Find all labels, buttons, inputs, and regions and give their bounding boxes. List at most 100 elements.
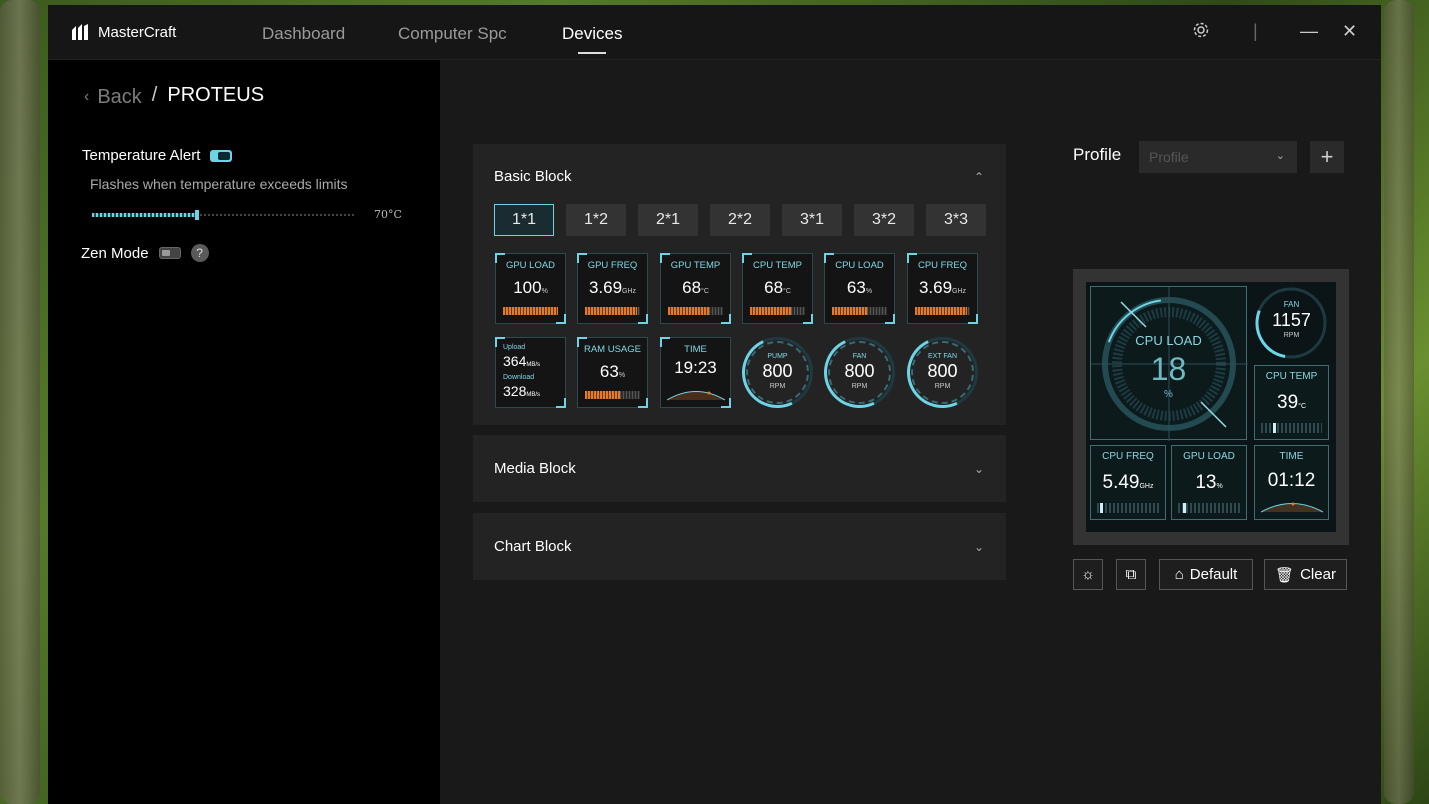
widget-gpu-freq[interactable]: GPU FREQ 3.69GHz — [577, 253, 648, 324]
settings-gear-icon[interactable] — [1192, 21, 1210, 44]
gauge-unit: RPM — [934, 383, 951, 390]
size-option-2x2[interactable]: 2*2 — [710, 204, 770, 236]
widget-cpu-temp[interactable]: CPU TEMP 68°C — [742, 253, 813, 324]
widget-level-bar — [585, 307, 640, 315]
media-block-panel[interactable]: Media Block ⌄ — [473, 435, 1006, 502]
back-button[interactable]: ‹ Back — [84, 86, 142, 109]
temperature-alert-toggle[interactable] — [210, 149, 233, 162]
rotate-button[interactable]: ⧉ — [1116, 559, 1146, 590]
active-tab-indicator — [578, 52, 607, 54]
chart-block-panel[interactable]: Chart Block ⌄ — [473, 513, 1006, 580]
widget-gpu-load[interactable]: GPU LOAD 100% — [495, 253, 566, 324]
add-profile-button[interactable]: + — [1310, 141, 1344, 173]
chevron-up-icon[interactable]: ⌃ — [974, 170, 984, 184]
preview-cpu-load-label: CPU LOAD — [1135, 333, 1202, 348]
breadcrumb: ‹ Back / PROTEUS — [84, 84, 264, 109]
size-option-1x2[interactable]: 1*2 — [566, 204, 626, 236]
app-logo: MasterCraft — [70, 22, 176, 42]
size-option-3x1[interactable]: 3*1 — [782, 204, 842, 236]
default-button-label: Default — [1189, 566, 1238, 583]
app-name: MasterCraft — [98, 23, 177, 41]
widget-cpu-freq[interactable]: CPU FREQ 3.69GHz — [907, 253, 978, 324]
preview-cpu-temp[interactable]: CPU TEMP 39°C — [1254, 365, 1329, 440]
profile-dropdown[interactable]: Profile ⌄ — [1139, 141, 1297, 173]
preview-gpu-load[interactable]: GPU LOAD 13% — [1171, 445, 1247, 520]
trash-icon: 🗑 — [1275, 566, 1295, 584]
device-settings-panel: ‹ Back / PROTEUS Temperature Alert Flash… — [48, 60, 440, 804]
reset-icon: ⌂ — [1174, 566, 1184, 583]
brightness-button[interactable]: ☼ — [1073, 559, 1103, 590]
chevron-down-icon: ⌄ — [1275, 150, 1285, 162]
gauge-label: EXT FAN — [927, 353, 958, 360]
lcd-screen: CPU LOAD 18 % FAN 1157 RPM CPU TEMP 39°C… — [1086, 282, 1336, 532]
widget-label: GPU TEMP — [670, 260, 721, 271]
widget-label: GPU LOAD — [505, 260, 556, 271]
widget-level-bar — [585, 391, 640, 399]
help-icon[interactable]: ? — [190, 244, 209, 262]
tab-computer-spec[interactable]: Computer Spc — [398, 24, 507, 44]
temperature-alert-row: Temperature Alert — [82, 147, 233, 164]
widget-level-bar — [832, 307, 887, 315]
gauge-value: 800 — [927, 361, 958, 381]
size-option-2x1[interactable]: 2*1 — [638, 204, 698, 236]
app-window: MasterCraft Dashboard Computer Spc Devic… — [48, 5, 1381, 804]
close-icon[interactable]: ✕ — [1342, 21, 1357, 42]
widget-network[interactable]: Upload 364MB/s Download 328MB/s — [495, 337, 566, 408]
widget-label: RAM USAGE — [583, 344, 641, 355]
widget-value: 63% — [846, 278, 873, 297]
temperature-alert-label: Temperature Alert — [82, 147, 201, 164]
size-option-3x2[interactable]: 3*2 — [854, 204, 914, 236]
zen-mode-toggle[interactable] — [158, 247, 181, 259]
preview-time-value: 01:12 — [1267, 470, 1316, 491]
widget-pump-gauge[interactable]: PUMP 800 RPM — [731, 326, 824, 419]
default-button[interactable]: ⌂ Default — [1159, 559, 1253, 590]
chevron-down-icon[interactable]: ⌄ — [974, 462, 984, 476]
preview-gpu-bar — [1178, 503, 1240, 513]
preview-time[interactable]: TIME 01:12 — [1254, 445, 1329, 520]
upload-value: 364MB/s — [503, 353, 541, 369]
preview-fan[interactable]: FAN 1157 RPM — [1254, 286, 1329, 361]
widget-label: TIME — [684, 344, 707, 355]
gauge-label: FAN — [852, 353, 867, 360]
preview-temp-bar — [1261, 423, 1322, 433]
size-option-3x3[interactable]: 3*3 — [926, 204, 986, 236]
gauge-unit: RPM — [851, 383, 868, 390]
gauge-value: 800 — [844, 361, 875, 381]
widget-label: GPU FREQ — [587, 260, 638, 271]
preview-cpu-load-value: 18 — [1150, 351, 1187, 387]
preview-cpu-temp-value: 39°C — [1277, 392, 1306, 413]
temperature-alert-description: Flashes when temperature exceeds limits — [90, 176, 348, 192]
widget-value: 68°C — [764, 278, 791, 297]
widget-ext-fan-gauge[interactable]: EXT FAN 800 RPM — [896, 326, 989, 419]
widget-ram-usage[interactable]: RAM USAGE 63% — [577, 337, 648, 408]
widget-cpu-load[interactable]: CPU LOAD 63% — [824, 253, 895, 324]
slider-thumb[interactable] — [194, 210, 199, 220]
size-option-1x1[interactable]: 1*1 — [494, 204, 554, 236]
widget-gpu-temp[interactable]: GPU TEMP 68°C — [660, 253, 731, 324]
widget-time[interactable]: TIME 19:23 — [660, 337, 731, 408]
chevron-down-icon[interactable]: ⌄ — [974, 540, 984, 554]
mastercraft-logo-icon — [72, 24, 88, 40]
title-bar: MasterCraft Dashboard Computer Spc Devic… — [48, 5, 1381, 60]
zen-mode-label: Zen Mode — [81, 244, 149, 262]
preview-cpu-freq-label: CPU FREQ — [1102, 451, 1154, 462]
minimize-icon[interactable]: — — [1300, 21, 1318, 42]
temperature-limit-value: 70°C — [374, 208, 402, 221]
slider-fill — [92, 213, 197, 217]
widget-fan-gauge[interactable]: FAN 800 RPM — [813, 326, 906, 419]
tab-devices[interactable]: Devices — [562, 24, 622, 54]
gauge-value: 800 — [762, 361, 793, 381]
widget-label: CPU FREQ — [917, 260, 968, 271]
preview-cpu-load[interactable]: CPU LOAD 18 % — [1090, 286, 1248, 441]
preview-cpu-freq[interactable]: CPU FREQ 5.49GHz — [1090, 445, 1166, 520]
profile-label: Profile — [1073, 145, 1122, 164]
widget-label: CPU LOAD — [835, 260, 884, 271]
basic-block-title[interactable]: Basic Block — [494, 168, 572, 185]
tab-dashboard[interactable]: Dashboard — [262, 24, 345, 44]
widget-value: 68°C — [682, 278, 709, 297]
sun-icon: ☼ — [1081, 566, 1095, 583]
widget-value: 19:23 — [674, 358, 717, 377]
clear-button[interactable]: 🗑 Clear — [1264, 559, 1347, 590]
preview-cpu-temp-label: CPU TEMP — [1265, 371, 1318, 382]
temperature-limit-slider[interactable] — [92, 208, 354, 222]
